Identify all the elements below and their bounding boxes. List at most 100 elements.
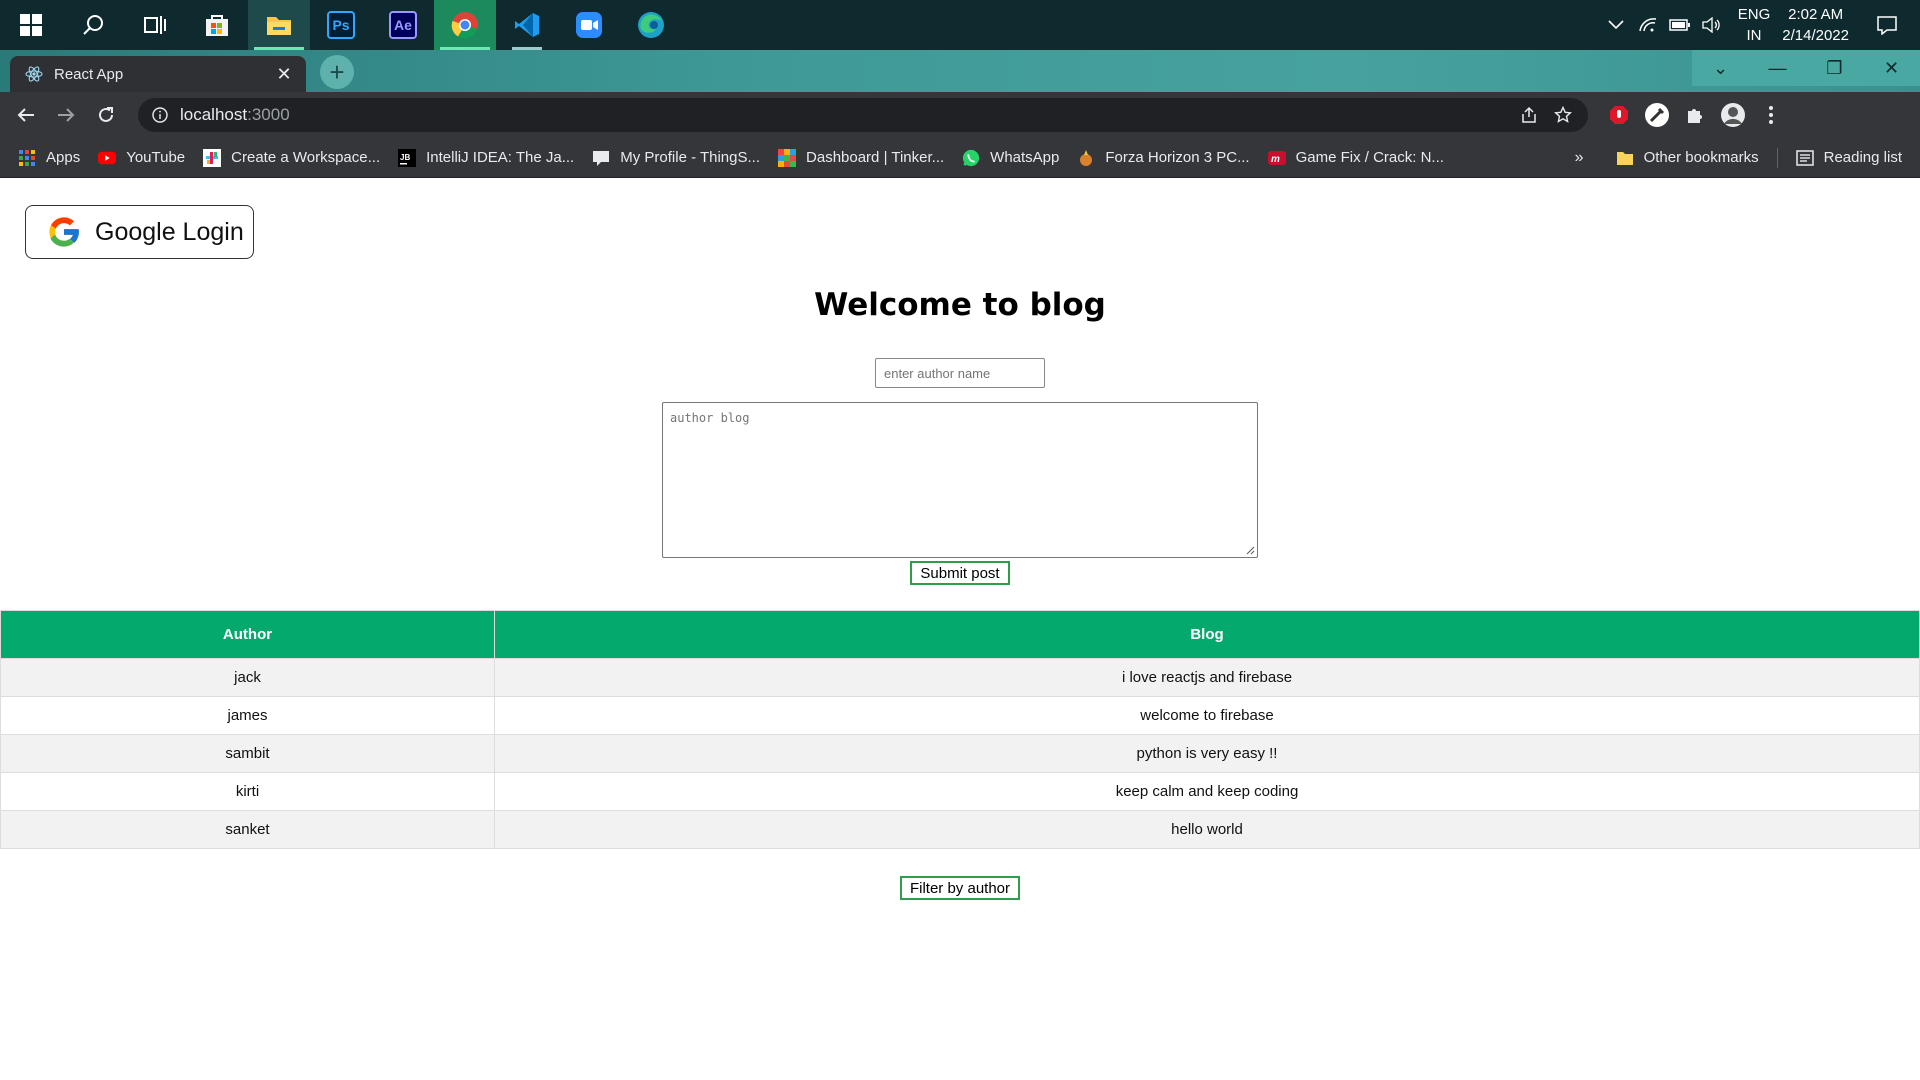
clock[interactable]: 2:02 AM 2/14/2022 bbox=[1782, 4, 1849, 46]
forza-icon bbox=[1077, 149, 1095, 167]
author-cell: sanket bbox=[0, 810, 495, 849]
blog-cell: hello world bbox=[494, 810, 1920, 849]
whatsapp-icon bbox=[962, 149, 980, 167]
file-explorer-icon[interactable] bbox=[248, 0, 310, 50]
apps-grid-icon bbox=[18, 149, 36, 167]
browser-toolbar: localhost:3000 bbox=[0, 92, 1920, 138]
bookmark-star-icon[interactable] bbox=[1546, 106, 1580, 124]
reading-list-icon bbox=[1795, 149, 1814, 167]
chrome-menu-icon[interactable] bbox=[1752, 96, 1790, 134]
author-cell: james bbox=[0, 696, 495, 735]
svg-text:JB: JB bbox=[400, 153, 410, 162]
windows-start-icon[interactable] bbox=[0, 0, 62, 50]
blog-placeholder: author blog bbox=[670, 411, 750, 425]
google-icon bbox=[49, 217, 80, 247]
resize-grip-icon[interactable] bbox=[1245, 545, 1255, 555]
search-icon[interactable] bbox=[62, 0, 124, 50]
site-info-icon[interactable] bbox=[152, 107, 168, 123]
region-code: IN bbox=[1746, 27, 1762, 44]
bookmarks-bar: Apps YouTube Create a Workspace... JB In… bbox=[0, 138, 1920, 178]
bookmark-forza[interactable]: Forza Horizon 3 PC... bbox=[1077, 149, 1250, 167]
chevron-up-icon[interactable] bbox=[1603, 12, 1629, 38]
bookmark-thingspeak[interactable]: My Profile - ThingS... bbox=[592, 149, 760, 167]
blog-cell: welcome to firebase bbox=[494, 696, 1920, 735]
extensions-puzzle-icon[interactable] bbox=[1676, 96, 1714, 134]
bookmark-slack[interactable]: Create a Workspace... bbox=[203, 148, 380, 167]
new-tab-button[interactable]: + bbox=[320, 55, 354, 89]
author-cell: kirti bbox=[0, 772, 495, 811]
table-row: jack i love reactjs and firebase bbox=[0, 658, 1920, 697]
other-bookmarks[interactable]: Other bookmarks bbox=[1616, 149, 1759, 167]
bookmark-tinkercad[interactable]: Dashboard | Tinker... bbox=[778, 148, 945, 167]
reading-list[interactable]: Reading list bbox=[1795, 149, 1902, 167]
photoshop-icon[interactable]: Ps bbox=[310, 0, 372, 50]
bookmark-label: Game Fix / Crack: N... bbox=[1295, 149, 1444, 166]
bookmark-label: Dashboard | Tinker... bbox=[806, 149, 945, 166]
author-cell: sambit bbox=[0, 734, 495, 773]
clock-time: 2:02 AM bbox=[1788, 6, 1844, 23]
bookmark-youtube[interactable]: YouTube bbox=[98, 149, 185, 167]
profile-avatar[interactable] bbox=[1714, 96, 1752, 134]
minimize-icon[interactable]: — bbox=[1749, 50, 1806, 86]
bookmarks-overflow[interactable]: » bbox=[1575, 149, 1584, 167]
chrome-icon[interactable] bbox=[434, 0, 496, 50]
google-login-button[interactable]: Google Login bbox=[25, 205, 254, 259]
after-effects-icon[interactable]: Ae bbox=[372, 0, 434, 50]
url-port: :3000 bbox=[247, 105, 290, 124]
close-window-icon[interactable]: ✕ bbox=[1863, 50, 1920, 86]
eyedropper-extension-icon[interactable] bbox=[1638, 96, 1676, 134]
filter-by-author-button[interactable]: Filter by author bbox=[900, 876, 1020, 900]
table-row: kirti keep calm and keep coding bbox=[0, 772, 1920, 811]
thingspeak-icon bbox=[592, 149, 610, 167]
restore-icon[interactable]: ❐ bbox=[1806, 50, 1863, 86]
battery-icon[interactable] bbox=[1667, 12, 1693, 38]
task-view-icon[interactable] bbox=[124, 0, 186, 50]
tab-search-icon[interactable]: ⌄ bbox=[1692, 50, 1749, 86]
gamefix-icon: m bbox=[1267, 149, 1286, 167]
bookmark-label: YouTube bbox=[126, 149, 186, 166]
back-icon[interactable] bbox=[6, 95, 46, 135]
author-name-input[interactable]: enter author name bbox=[875, 358, 1045, 388]
window-controls: ⌄ — ❐ ✕ bbox=[1692, 50, 1920, 86]
volume-icon[interactable] bbox=[1699, 12, 1725, 38]
bookmark-label: IntelliJ IDEA: The Ja... bbox=[426, 149, 575, 166]
bookmark-whatsapp[interactable]: WhatsApp bbox=[962, 149, 1059, 167]
bookmark-label: Apps bbox=[46, 149, 81, 166]
vscode-icon[interactable] bbox=[496, 0, 558, 50]
address-bar[interactable]: localhost:3000 bbox=[138, 98, 1588, 132]
forward-icon[interactable] bbox=[46, 95, 86, 135]
notification-icon[interactable] bbox=[1874, 12, 1900, 38]
table-header-row: Author Blog bbox=[0, 610, 1920, 659]
bookmarks-divider bbox=[1776, 147, 1778, 168]
blog-cell: i love reactjs and firebase bbox=[494, 658, 1920, 697]
zoom-icon[interactable] bbox=[558, 0, 620, 50]
table-row: james welcome to firebase bbox=[0, 696, 1920, 735]
submit-post-button[interactable]: Submit post bbox=[910, 561, 1010, 585]
bookmark-gamefix[interactable]: m Game Fix / Crack: N... bbox=[1267, 149, 1444, 167]
tinkercad-icon bbox=[778, 148, 797, 167]
wifi-icon[interactable] bbox=[1635, 12, 1661, 38]
edge-icon[interactable] bbox=[620, 0, 682, 50]
slack-icon bbox=[203, 148, 222, 167]
author-blog-textarea[interactable]: author blog bbox=[662, 402, 1258, 558]
bookmark-apps[interactable]: Apps bbox=[18, 149, 80, 167]
youtube-icon bbox=[98, 149, 117, 167]
bookmark-intellij[interactable]: JB IntelliJ IDEA: The Ja... bbox=[398, 148, 575, 167]
blog-table: Author Blog jack i love reactjs and fire… bbox=[0, 610, 1920, 849]
reading-list-label: Reading list bbox=[1823, 149, 1902, 166]
page-content: Google Login Welcome to blog enter autho… bbox=[0, 179, 1920, 1080]
folder-icon bbox=[1616, 149, 1634, 167]
browser-tab[interactable]: React App ✕ bbox=[10, 56, 306, 92]
jetbrains-icon: JB bbox=[398, 148, 417, 167]
blog-column-header: Blog bbox=[494, 610, 1920, 659]
other-bookmarks-label: Other bookmarks bbox=[1643, 149, 1759, 166]
adblock-extension-icon[interactable] bbox=[1600, 96, 1638, 134]
blog-cell: python is very easy !! bbox=[494, 734, 1920, 773]
close-tab-icon[interactable]: ✕ bbox=[272, 62, 296, 86]
share-icon[interactable] bbox=[1512, 106, 1546, 124]
bookmark-label: Forza Horizon 3 PC... bbox=[1105, 149, 1250, 166]
microsoft-store-icon[interactable] bbox=[186, 0, 248, 50]
bookmark-label: WhatsApp bbox=[990, 149, 1060, 166]
reload-icon[interactable] bbox=[86, 95, 126, 135]
language-indicator[interactable]: ENG IN bbox=[1738, 4, 1771, 46]
